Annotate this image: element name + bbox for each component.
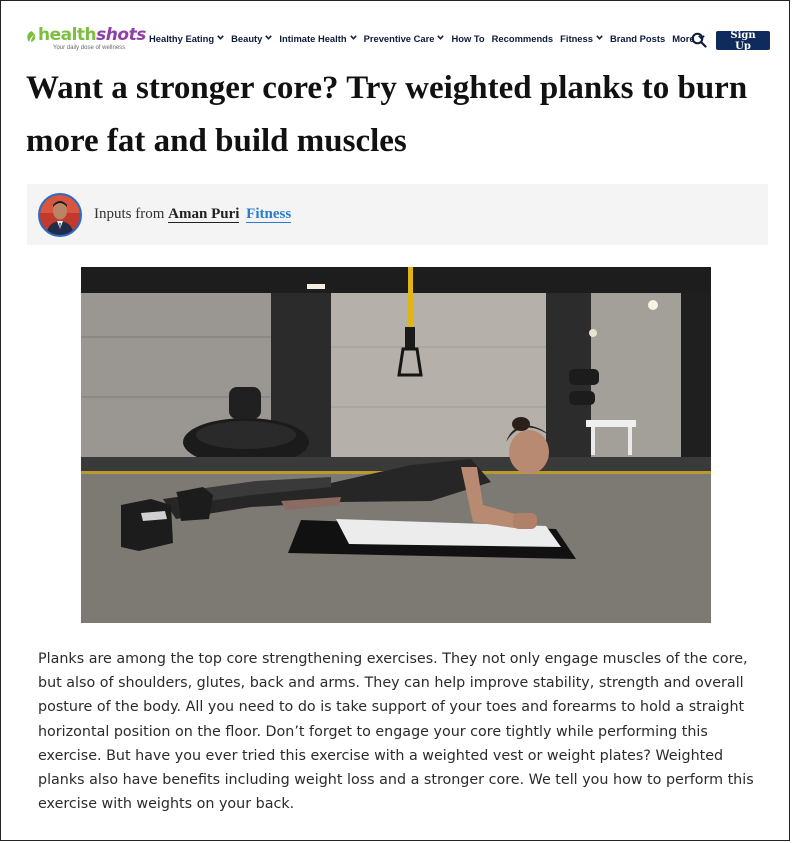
logo-wordmark: healthshots: [38, 25, 146, 45]
nav-item-intimate-health[interactable]: Intimate Health: [279, 33, 357, 44]
nav-item-recommends[interactable]: Recommends: [492, 33, 553, 44]
chevron-down-icon: [596, 35, 603, 42]
nav-item-brand-posts[interactable]: Brand Posts: [610, 33, 665, 44]
author-box: Inputs from Aman Puri Fitness: [27, 184, 768, 245]
nav-item-how-to[interactable]: How To: [451, 33, 484, 44]
chevron-down-icon: [217, 35, 224, 42]
site-header: healthshots Your daily dose of wellness …: [0, 0, 792, 64]
sign-up-button[interactable]: Sign Up: [716, 30, 770, 52]
author-avatar[interactable]: [38, 193, 82, 237]
leaf-icon: [27, 31, 36, 42]
nav-item-label: Beauty: [231, 33, 263, 44]
search-icon[interactable]: [691, 32, 707, 48]
author-byline: Inputs from Aman Puri Fitness: [94, 206, 292, 223]
author-photo: [40, 195, 80, 235]
logo-tagline: Your daily dose of wellness: [53, 45, 126, 51]
main-nav: Healthy Eating Beauty Intimate Health Preve…: [149, 33, 712, 44]
author-prefix: Inputs from: [94, 206, 165, 222]
plank-photo: [81, 267, 711, 623]
nav-item-beauty[interactable]: Beauty: [231, 33, 273, 44]
nav-item-fitness[interactable]: Fitness: [560, 33, 603, 44]
nav-item-label: How To: [451, 33, 485, 44]
nav-item-healthy-eating[interactable]: Healthy Eating: [149, 33, 224, 44]
chevron-down-icon: [349, 35, 357, 42]
nav-item-preventive-care[interactable]: Preventive Care: [364, 33, 445, 44]
chevron-down-icon: [437, 35, 445, 42]
nav-item-label: Intimate Health: [279, 33, 347, 44]
nav-item-label: Healthy Eating: [149, 33, 215, 44]
author-name-link[interactable]: Aman Puri: [168, 206, 240, 223]
chevron-down-icon: [265, 35, 273, 42]
nav-item-label: Brand Posts: [609, 33, 666, 44]
hero-image: [81, 267, 711, 623]
nav-item-label: Recommends: [491, 33, 554, 44]
category-link[interactable]: Fitness: [246, 206, 292, 223]
article-intro-paragraph: Planks are among the top core strengthen…: [38, 651, 754, 813]
site-logo[interactable]: healthshots Your daily dose of wellness: [26, 25, 146, 53]
article-headline: Want a stronger core? Try weighted plank…: [26, 70, 748, 159]
nav-item-label: Fitness: [560, 33, 593, 44]
nav-item-label: Preventive Care: [363, 33, 435, 44]
